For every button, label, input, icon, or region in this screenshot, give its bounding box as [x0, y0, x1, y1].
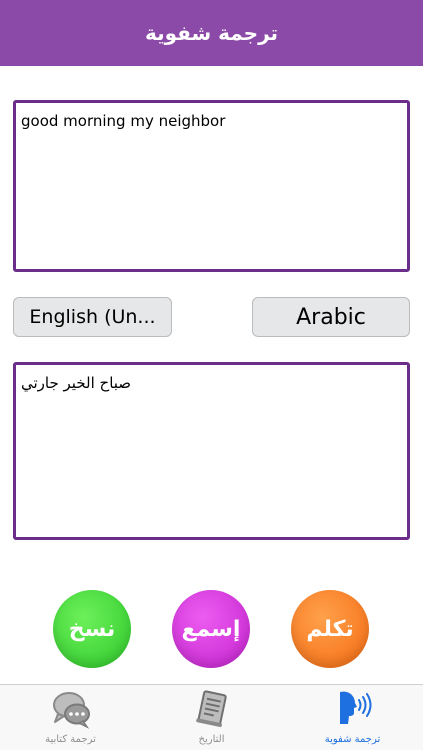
tab-history[interactable]: التاريخ	[141, 685, 282, 750]
source-text-area[interactable]: good morning my neighbor	[13, 100, 410, 272]
speaking-head-icon	[339, 691, 371, 724]
tab-written-translation[interactable]: ترجمة كتابية	[0, 685, 141, 750]
listen-button-label: إسمع	[181, 616, 241, 642]
source-language-label: English (Un...	[29, 306, 156, 328]
tab-oral-translation[interactable]: ترجمة شفوية	[282, 685, 423, 750]
bottom-tab-bar: ترجمة كتابية التاريخ ترجمة شفوية	[0, 684, 423, 750]
top-nav-bar: ترجمة شفوية	[0, 0, 423, 66]
translation-text: صباح الخير جارتي	[21, 374, 132, 392]
source-text: good morning my neighbor	[21, 112, 226, 130]
source-language-button[interactable]: English (Un...	[13, 297, 172, 337]
tab-label: ترجمة كتابية	[45, 734, 96, 745]
speak-button[interactable]: تكلم	[291, 590, 369, 668]
translation-text-area[interactable]: صباح الخير جارتي	[13, 362, 410, 540]
chat-bubbles-icon	[52, 692, 90, 729]
tab-label: التاريخ	[198, 734, 225, 745]
copy-button[interactable]: نسخ	[53, 590, 131, 668]
document-list-icon	[195, 690, 227, 728]
copy-button-label: نسخ	[68, 616, 116, 642]
target-language-button[interactable]: Arabic	[252, 297, 410, 337]
speak-button-label: تكلم	[306, 616, 354, 642]
page-title: ترجمة شفوية	[144, 21, 279, 45]
listen-button[interactable]: إسمع	[172, 590, 250, 668]
target-language-label: Arabic	[296, 304, 366, 330]
tab-label: ترجمة شفوية	[324, 734, 381, 745]
